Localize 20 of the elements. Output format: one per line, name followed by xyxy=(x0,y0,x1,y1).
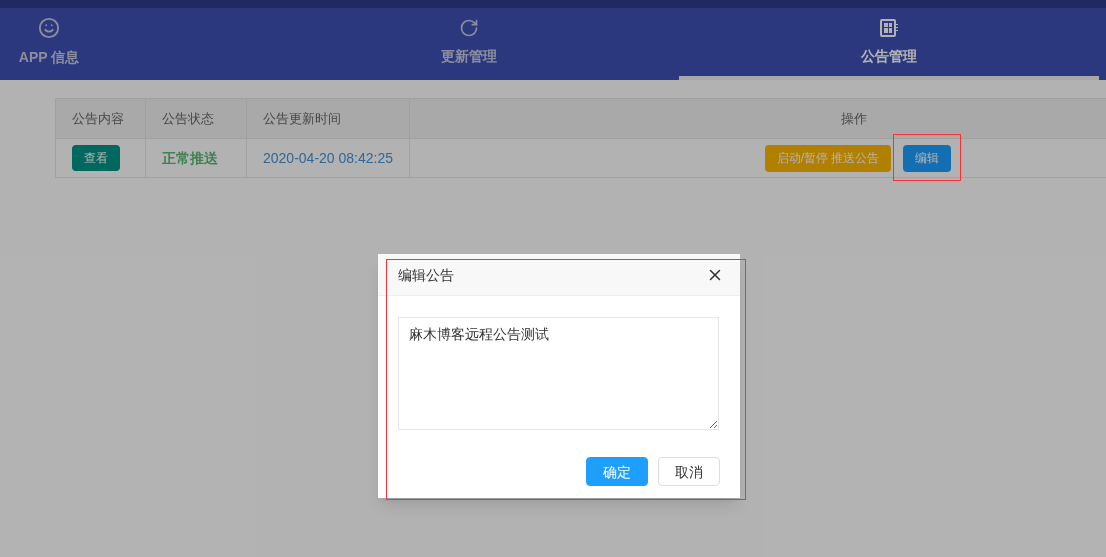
refresh-icon xyxy=(459,18,479,38)
toggle-push-button[interactable]: 启动/暂停 推送公告 xyxy=(764,144,892,172)
column-header: 操作 xyxy=(409,98,1106,139)
status-cell: 正常推送 xyxy=(145,138,247,178)
column-header: 公告内容 xyxy=(55,98,146,139)
annotation-frame xyxy=(893,134,961,181)
edit-button[interactable]: 编辑 xyxy=(903,144,952,172)
column-header: 公告更新时间 xyxy=(246,98,410,139)
cancel-button[interactable]: 取消 xyxy=(658,457,720,486)
column-header: 公告状态 xyxy=(145,98,247,139)
notice-textarea[interactable]: 麻木博客远程公告测试 xyxy=(398,317,719,430)
nav-tab[interactable]: APP 信息 xyxy=(0,8,98,80)
smiley-icon xyxy=(38,17,60,39)
nav-tab[interactable]: 更新管理 xyxy=(259,8,679,80)
time-cell: 2020-04-20 08:42:25 xyxy=(246,138,410,178)
nav-tab[interactable]: 公告管理 xyxy=(679,8,1099,80)
grid-board-icon xyxy=(879,18,899,38)
dialog-title: 编辑公告 xyxy=(398,265,454,285)
confirm-button[interactable]: 确定 xyxy=(586,457,648,486)
view-button[interactable]: 查看 xyxy=(72,145,120,171)
